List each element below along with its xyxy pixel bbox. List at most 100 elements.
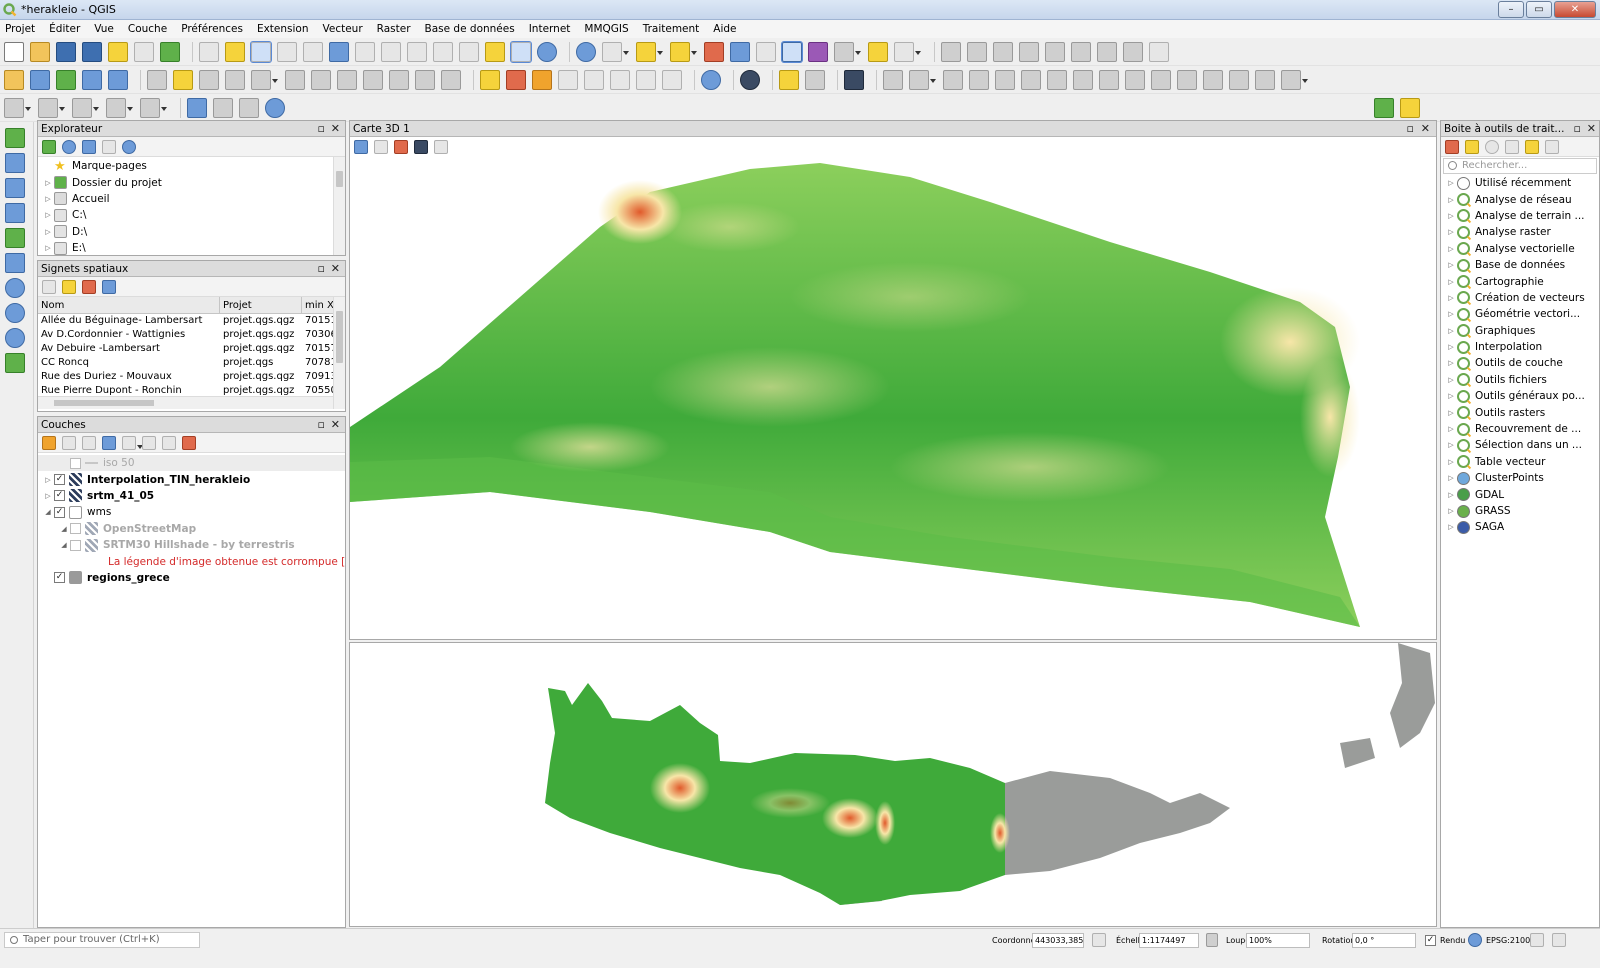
temporal-controller-icon[interactable] [510, 40, 532, 63]
advanced-digitize-15-icon[interactable] [1255, 69, 1275, 90]
info-icon[interactable] [265, 97, 285, 118]
plugin-tool-icon[interactable] [805, 69, 825, 90]
menu-projet[interactable]: Projet [5, 23, 35, 35]
add-bookmark-icon[interactable] [62, 279, 76, 294]
deselect-all-icon[interactable] [704, 41, 724, 62]
menu-extension[interactable]: Extension [257, 23, 309, 35]
explorer-item[interactable]: ▷ E:\ [38, 240, 345, 256]
expand-arrow-icon[interactable]: ▷ [1445, 245, 1457, 253]
menu-base-de-donnees[interactable]: Base de données [425, 23, 515, 35]
camera-settings-icon[interactable] [434, 140, 448, 154]
cut-features-icon[interactable] [337, 69, 357, 90]
advanced-digitize-13-icon[interactable] [1203, 69, 1223, 90]
style-manager-icon[interactable] [160, 41, 180, 62]
expand-arrow-icon[interactable]: ▷ [1445, 327, 1457, 335]
layer-item[interactable]: ▷ ✓ Interpolation_TIN_herakleio [38, 471, 345, 487]
scale-field[interactable]: 1:1174497 [1139, 933, 1199, 948]
table-row[interactable]: Av D.Cordonnier - Wattignies projet.qgs.q… [38, 328, 345, 342]
show-labels-icon[interactable] [558, 69, 578, 90]
menu-aide[interactable]: Aide [713, 23, 736, 35]
coordinate-field[interactable]: 443033,3856293 [1032, 933, 1084, 948]
layer-visibility-checkbox[interactable]: ✓ [54, 474, 65, 486]
add-feature-icon[interactable] [225, 69, 245, 90]
digitize-tool-2-icon[interactable] [967, 41, 987, 62]
filter-legend-icon[interactable] [102, 435, 116, 450]
undo-icon[interactable] [415, 69, 435, 90]
menu-couche[interactable]: Couche [128, 23, 167, 35]
add-wms-icon[interactable] [5, 278, 25, 298]
delete-selected-icon[interactable] [311, 69, 331, 90]
column-header-min-x[interactable]: min X [302, 297, 334, 313]
toolbox-item[interactable]: ▷ Création de vecteurs [1441, 290, 1599, 306]
toolbox-item[interactable]: ▷ SAGA [1441, 519, 1599, 535]
advanced-digitize-7-icon[interactable] [1047, 69, 1067, 90]
explorer-item[interactable]: ▷ Accueil [38, 191, 345, 207]
toolbox-item[interactable]: ▷ Table vecteur [1441, 454, 1599, 470]
layer-item[interactable]: ◢ OpenStreetMap [38, 521, 345, 537]
run-action-icon[interactable] [602, 41, 629, 62]
collapse-all-icon[interactable] [162, 435, 176, 450]
expand-arrow-icon[interactable]: ▷ [1445, 310, 1457, 318]
expand-arrow-icon[interactable]: ▷ [1445, 392, 1457, 400]
filter-by-expression-icon[interactable] [122, 435, 143, 450]
advanced-digitize-3-icon[interactable] [943, 69, 963, 90]
toolbox-item[interactable]: ▷ Sélection dans un ... [1441, 437, 1599, 453]
expand-arrow-icon[interactable]: ▷ [1445, 474, 1457, 482]
processing-toolbox-icon[interactable] [781, 40, 803, 63]
zoom-next-icon[interactable] [433, 41, 453, 62]
lock-scale-icon[interactable] [1206, 933, 1218, 947]
menu-traitement[interactable]: Traitement [643, 23, 700, 35]
layout-manager-icon[interactable] [134, 41, 154, 62]
save-project-icon[interactable] [56, 41, 76, 62]
db-manager-icon[interactable] [701, 69, 721, 90]
move-label-icon[interactable] [584, 69, 604, 90]
current-edits-icon[interactable] [147, 69, 167, 90]
pan-hand-icon[interactable] [199, 41, 219, 62]
menu-raster[interactable]: Raster [377, 23, 411, 35]
shape-tool-1-icon[interactable] [4, 97, 31, 118]
label-tool-icon[interactable] [480, 69, 500, 90]
toggle-on-screen-nav-icon[interactable] [374, 140, 388, 154]
layer-item[interactable]: La légende d'image obtenue est corrompue… [38, 553, 345, 569]
python-console-icon[interactable] [779, 69, 799, 90]
collapse-all-icon[interactable] [102, 139, 116, 154]
vertex-tool-icon[interactable] [251, 69, 278, 90]
layer-item[interactable]: ▷ ✓ srtm_41_05 [38, 488, 345, 504]
expand-arrow-icon[interactable]: ▷ [1445, 294, 1457, 302]
toolbox-search-input[interactable]: Rechercher... [1443, 158, 1597, 174]
new-map-view-icon[interactable] [459, 41, 479, 62]
measure-line-icon[interactable] [834, 41, 861, 62]
grid-tool-icon[interactable] [1149, 41, 1169, 62]
options-icon[interactable] [1545, 139, 1559, 154]
locator-icon[interactable] [1374, 97, 1394, 118]
rotation-field[interactable]: 0,0 ° [1352, 933, 1416, 948]
advanced-digitize-11-icon[interactable] [1151, 69, 1171, 90]
edit-features-in-place-icon[interactable] [1525, 139, 1539, 154]
layer-visibility-checkbox[interactable] [70, 523, 81, 535]
add-virtual-layer-icon[interactable] [5, 253, 25, 273]
paste-features-icon[interactable] [389, 69, 409, 90]
add-spatialite-icon[interactable] [5, 203, 25, 223]
expand-arrow-icon[interactable]: ▷ [1445, 409, 1457, 417]
advanced-digitize-10-icon[interactable] [1125, 69, 1145, 90]
new-bookmark-icon[interactable] [485, 41, 505, 62]
map-canvas-2d[interactable] [349, 642, 1437, 927]
column-header-nom[interactable]: Nom [38, 297, 220, 313]
identify-3d-icon[interactable] [394, 140, 408, 154]
shape-tool-5-icon[interactable] [140, 97, 167, 118]
table-row[interactable]: CC Roncq projet.qgs 707810 [38, 356, 345, 370]
save-edits-icon[interactable] [199, 69, 219, 90]
delete-bookmark-icon[interactable] [82, 279, 96, 294]
zoom-to-layer-icon[interactable] [381, 41, 401, 62]
data-source-manager-icon[interactable] [4, 69, 24, 90]
close-panel-icon[interactable]: ✕ [331, 121, 340, 137]
menu-preferences[interactable]: Préférences [181, 23, 243, 35]
manage-map-themes-icon[interactable] [82, 435, 96, 450]
results-viewer-icon[interactable] [1505, 139, 1519, 154]
close-button[interactable]: ✕ [1554, 1, 1596, 18]
advanced-digitize-12-icon[interactable] [1177, 69, 1197, 90]
digitize-tool-4-icon[interactable] [1019, 41, 1039, 62]
attribute-table-icon[interactable] [730, 41, 750, 62]
expand-arrow-icon[interactable]: ▷ [1445, 212, 1457, 220]
locator-search-input[interactable]: Taper pour trouver (Ctrl+K) [4, 932, 200, 948]
